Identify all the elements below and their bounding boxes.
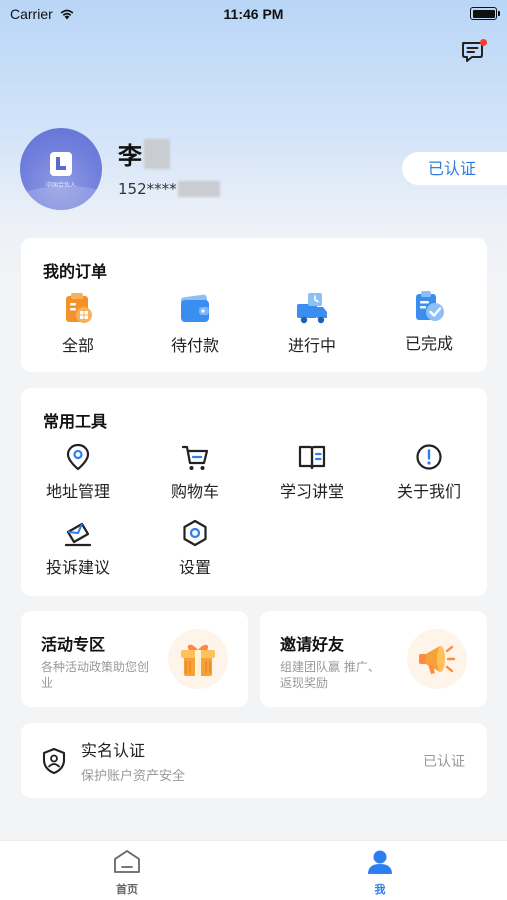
megaphone-icon	[407, 629, 467, 689]
tool-settings-label: 设置	[178, 558, 211, 577]
location-pin-icon	[66, 443, 90, 471]
tool-settings[interactable]: 设置	[145, 518, 245, 578]
app-logo	[50, 152, 72, 176]
promo-invite-desc: 组建团队赢 推广、返现奖励	[280, 660, 380, 690]
tool-address-label: 地址管理	[45, 482, 110, 501]
tool-cart[interactable]: 购物车	[145, 442, 245, 502]
verified-badge[interactable]: 已认证	[402, 152, 507, 185]
phone-redaction	[177, 181, 220, 197]
completed-clipboard-icon	[416, 291, 444, 321]
shield-user-icon	[42, 747, 66, 775]
tools-card: 常用工具 地址管理 购物车 学习讲堂 关于我们 投诉建议 设置	[21, 388, 487, 596]
book-icon	[298, 445, 326, 470]
order-all[interactable]: 全部	[28, 292, 128, 356]
orders-card: 我的订单 全部 待付款 进行中 已完成	[21, 238, 487, 372]
tab-home[interactable]: 首页	[82, 849, 172, 897]
tab-me-label: 我	[374, 883, 386, 896]
order-in-progress[interactable]: 进行中	[262, 292, 362, 356]
tool-about[interactable]: 关于我们	[379, 442, 479, 502]
real-name-subtitle: 保护账户资产安全	[81, 769, 186, 784]
user-phone: 152****	[118, 180, 220, 198]
promo-activities-desc: 各种活动政策助您创业	[41, 660, 150, 690]
home-icon	[114, 850, 140, 873]
avatar[interactable]: 中国合伙人	[20, 128, 102, 210]
real-name-title: 实名认证	[81, 741, 146, 760]
order-in-progress-label: 进行中	[287, 336, 336, 355]
hexagon-settings-icon	[183, 519, 207, 547]
promo-invite-title: 邀请好友	[280, 635, 345, 654]
status-time: 11:46 PM	[223, 6, 284, 22]
cart-icon	[181, 445, 209, 470]
order-pending-payment[interactable]: 待付款	[145, 292, 245, 356]
unread-dot	[480, 39, 487, 46]
name-redaction	[144, 138, 170, 169]
promo-activities-title: 活动专区	[41, 635, 106, 654]
avatar-caption: 中国合伙人	[45, 182, 76, 189]
real-name-status: 已认证	[423, 754, 465, 770]
order-pending-payment-label: 待付款	[170, 336, 219, 355]
tools-title: 常用工具	[43, 412, 108, 431]
tool-cart-label: 购物车	[170, 482, 219, 501]
tab-me[interactable]: 我	[335, 849, 425, 897]
orders-title: 我的订单	[43, 262, 108, 281]
order-completed-label: 已完成	[404, 334, 453, 353]
tool-feedback[interactable]: 投诉建议	[28, 518, 128, 578]
real-name-card[interactable]: 实名认证 保护账户资产安全 已认证	[21, 723, 487, 798]
tool-address[interactable]: 地址管理	[28, 442, 128, 502]
info-icon	[416, 444, 442, 470]
status-bar: Carrier 11:46 PM	[0, 0, 507, 30]
tool-about-label: 关于我们	[396, 482, 461, 501]
tool-feedback-label: 投诉建议	[45, 558, 110, 577]
tool-learning[interactable]: 学习讲堂	[262, 442, 362, 502]
user-phone-text: 152****	[118, 180, 177, 198]
battery-icon	[470, 7, 500, 20]
order-all-label: 全部	[61, 336, 94, 355]
user-name: 李	[118, 136, 170, 171]
messages-button[interactable]	[459, 38, 487, 66]
profile-icon	[368, 850, 392, 874]
order-completed[interactable]: 已完成	[379, 290, 479, 354]
feedback-icon	[64, 522, 92, 547]
gift-box-icon	[168, 629, 228, 689]
promo-invite-card[interactable]: 邀请好友 组建团队赢 推广、返现奖励	[260, 611, 487, 707]
tool-learning-label: 学习讲堂	[279, 482, 344, 501]
tab-home-label: 首页	[116, 883, 138, 896]
tab-bar: 首页 我	[0, 840, 507, 900]
delivery-truck-icon	[297, 293, 327, 324]
all-orders-icon	[66, 293, 92, 323]
promo-activities-card[interactable]: 活动专区 各种活动政策助您创业	[21, 611, 248, 707]
wallet-icon	[180, 294, 209, 322]
user-name-text: 李	[118, 142, 142, 170]
